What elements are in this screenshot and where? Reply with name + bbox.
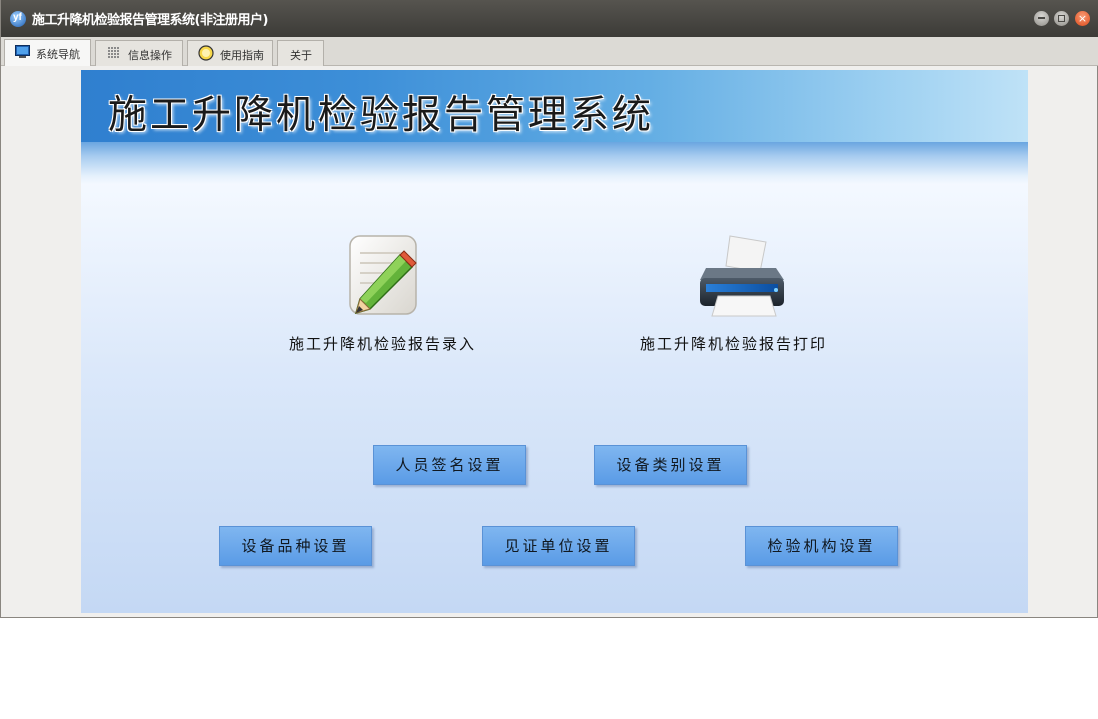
tab-label: 信息操作 — [128, 49, 172, 62]
tab-info-operations[interactable]: 信息操作 — [95, 40, 183, 66]
tab-label: 使用指南 — [220, 49, 264, 62]
report-entry-label: 施工升降机检验报告录入 — [289, 335, 477, 353]
banner-title: 施工升降机检验报告管理系统 — [108, 93, 655, 138]
report-print-button[interactable]: 施工升降机检验报告打印 — [636, 230, 846, 360]
title-bar[interactable]: yf 施工升降机检验报告管理系统(非注册用户) × — [1, 0, 1098, 37]
printer-icon — [700, 235, 784, 317]
tab-bar: 系统导航 信息操作 使用指南 关于 — [1, 37, 1098, 66]
navigation-panel: 施工升降机检验报告管理系统 施工升降机检验报告录入 施工升降机检验报告打印 人员… — [81, 70, 1028, 613]
tab-about[interactable]: 关于 — [277, 40, 324, 66]
personnel-signature-settings-button[interactable]: 人员签名设置 — [373, 445, 526, 485]
report-entry-button[interactable]: 施工升降机检验报告录入 — [281, 230, 491, 360]
tab-user-guide[interactable]: 使用指南 — [187, 40, 273, 66]
application-window: yf 施工升降机检验报告管理系统(非注册用户) × 系统导航 信息操作 使用指南… — [0, 0, 1098, 618]
notepad-pencil-icon — [349, 235, 417, 315]
grid-icon — [108, 47, 119, 58]
equipment-category-settings-button[interactable]: 设备类别设置 — [594, 445, 747, 485]
witness-unit-settings-button[interactable]: 见证单位设置 — [482, 526, 635, 566]
tab-label: 关于 — [290, 49, 312, 62]
inspection-agency-settings-button[interactable]: 检验机构设置 — [745, 526, 898, 566]
tab-label: 系统导航 — [36, 48, 80, 61]
close-icon[interactable]: × — [1075, 11, 1090, 26]
maximize-icon[interactable] — [1054, 11, 1069, 26]
minimize-icon[interactable] — [1034, 11, 1049, 26]
app-logo-icon: yf — [10, 11, 26, 27]
monitor-icon — [15, 45, 30, 58]
banner-gradient — [81, 142, 1028, 184]
banner: 施工升降机检验报告管理系统 — [81, 70, 1028, 142]
report-print-label: 施工升降机检验报告打印 — [640, 335, 828, 353]
help-circle-icon — [198, 45, 214, 61]
tab-system-navigation[interactable]: 系统导航 — [4, 39, 91, 66]
equipment-variety-settings-button[interactable]: 设备品种设置 — [219, 526, 372, 566]
window-title: 施工升降机检验报告管理系统(非注册用户) — [32, 13, 268, 28]
